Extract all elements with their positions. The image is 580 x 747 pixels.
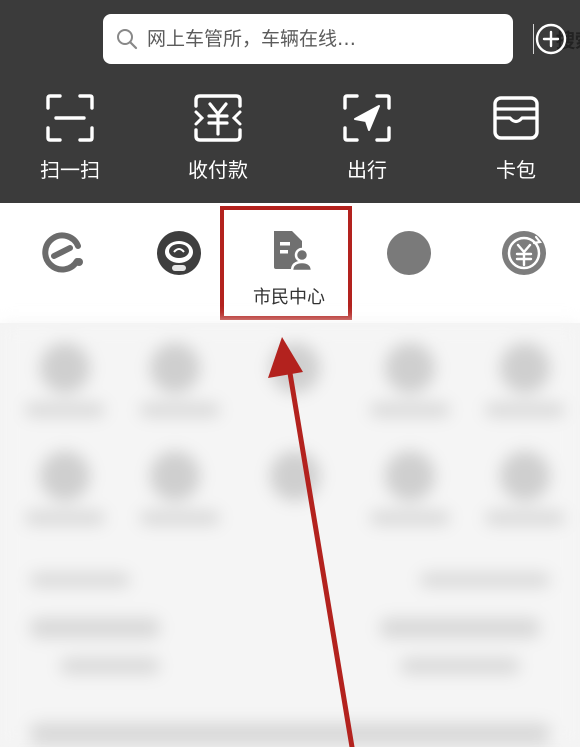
search-bar[interactable]: 搜索 <box>103 14 580 64</box>
quick-action-scan[interactable]: 扫一扫 <box>15 92 125 192</box>
payment-icon <box>194 94 242 142</box>
annotation-highlight-box <box>220 206 352 320</box>
quick-action-travel[interactable]: 出行 <box>312 92 422 192</box>
blurred-content <box>0 323 580 747</box>
robot-avatar-icon[interactable] <box>155 229 203 277</box>
card-wallet-icon <box>493 96 539 140</box>
quick-action-label: 扫一扫 <box>40 158 100 182</box>
search-icon <box>117 29 138 50</box>
gray-circle-icon[interactable] <box>385 229 433 277</box>
quick-action-payment[interactable]: 收付款 <box>163 92 273 192</box>
quick-action-label: 卡包 <box>496 158 536 182</box>
quick-action-label: 出行 <box>347 158 387 182</box>
search-input[interactable] <box>147 14 477 64</box>
travel-icon <box>343 94 391 142</box>
scan-icon <box>46 94 94 142</box>
top-header: 搜索 扫一扫 收付款 出行 <box>0 0 580 203</box>
e-logo-icon[interactable] <box>40 231 86 277</box>
quick-action-card-wallet[interactable]: 卡包 <box>461 92 571 192</box>
add-icon[interactable] <box>534 22 568 56</box>
yuan-refresh-icon[interactable] <box>500 229 548 277</box>
quick-action-label: 收付款 <box>188 158 248 182</box>
